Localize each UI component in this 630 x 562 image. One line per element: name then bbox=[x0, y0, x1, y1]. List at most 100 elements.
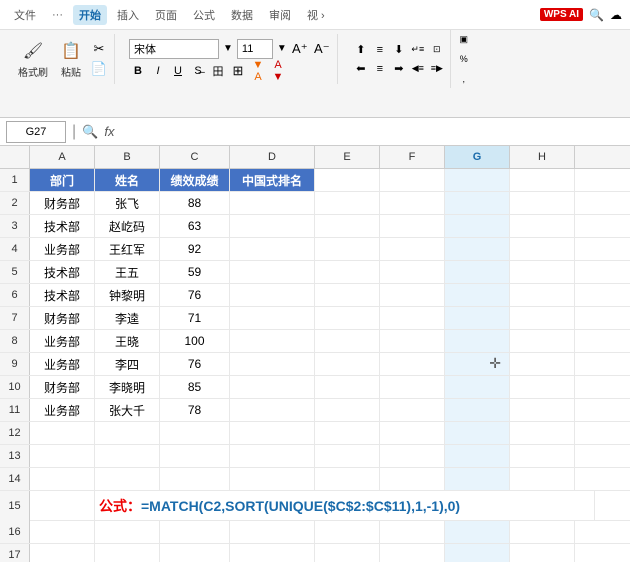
cell-f4[interactable] bbox=[380, 238, 445, 260]
merge-center-btn[interactable]: ⊡ bbox=[428, 41, 446, 59]
cell-a17[interactable] bbox=[30, 544, 95, 562]
strikethrough-btn[interactable]: S̶ bbox=[189, 62, 207, 80]
cell-g17[interactable] bbox=[445, 544, 510, 562]
cell-b17[interactable] bbox=[95, 544, 160, 562]
cell-a13[interactable] bbox=[30, 445, 95, 467]
merge-btn[interactable]: 田 bbox=[209, 62, 227, 80]
cell-a6[interactable]: 技术部 bbox=[30, 284, 95, 306]
cell-b13[interactable] bbox=[95, 445, 160, 467]
menu-formula[interactable]: 公式 bbox=[187, 5, 221, 25]
cell-f6[interactable] bbox=[380, 284, 445, 306]
cell-d9[interactable] bbox=[230, 353, 315, 375]
cell-a9[interactable]: 业务部 bbox=[30, 353, 95, 375]
cell-f10[interactable] bbox=[380, 376, 445, 398]
row-num-10[interactable]: 10 bbox=[0, 376, 30, 398]
cell-e8[interactable] bbox=[315, 330, 380, 352]
menu-insert[interactable]: 插入 bbox=[111, 5, 145, 25]
row-num-15[interactable]: 15 bbox=[0, 491, 30, 521]
cell-b16[interactable] bbox=[95, 521, 160, 543]
cell-h14[interactable] bbox=[510, 468, 575, 490]
cell-e5[interactable] bbox=[315, 261, 380, 283]
cell-e7[interactable] bbox=[315, 307, 380, 329]
col-header-f[interactable]: F bbox=[380, 146, 445, 168]
cell-d1[interactable]: 中国式排名 bbox=[230, 169, 315, 191]
cell-b11[interactable]: 张大千 bbox=[95, 399, 160, 421]
cell-h8[interactable] bbox=[510, 330, 575, 352]
row-num-1[interactable]: 1 bbox=[0, 169, 30, 191]
cell-h10[interactable] bbox=[510, 376, 575, 398]
cell-a11[interactable]: 业务部 bbox=[30, 399, 95, 421]
cell-f7[interactable] bbox=[380, 307, 445, 329]
cell-d3[interactable] bbox=[230, 215, 315, 237]
copy-btn[interactable]: 📄 bbox=[90, 60, 108, 78]
cell-c5[interactable]: 59 bbox=[160, 261, 230, 283]
border-btn[interactable]: ⊞ bbox=[229, 62, 247, 80]
cell-e9[interactable] bbox=[315, 353, 380, 375]
cell-f5[interactable] bbox=[380, 261, 445, 283]
cell-formula-display[interactable]: 公式： =MATCH(C2,SORT(UNIQUE($C$2:$C$11),1,… bbox=[95, 491, 595, 521]
cell-e3[interactable] bbox=[315, 215, 380, 237]
cell-a1[interactable]: 部门 bbox=[30, 169, 95, 191]
fill-color-btn[interactable]: ▼ A bbox=[249, 62, 267, 80]
cell-c4[interactable]: 92 bbox=[160, 238, 230, 260]
row-num-14[interactable]: 14 bbox=[0, 468, 30, 490]
cell-c2[interactable]: 88 bbox=[160, 192, 230, 214]
cell-e1[interactable] bbox=[315, 169, 380, 191]
cell-e17[interactable] bbox=[315, 544, 380, 562]
cell-b2[interactable]: 张飞 bbox=[95, 192, 160, 214]
cell-a15[interactable] bbox=[30, 491, 95, 521]
cell-g4[interactable] bbox=[445, 238, 510, 260]
row-num-13[interactable]: 13 bbox=[0, 445, 30, 467]
cell-d7[interactable] bbox=[230, 307, 315, 329]
search-icon[interactable]: 🔍 bbox=[589, 8, 604, 22]
menu-page[interactable]: 页面 bbox=[149, 5, 183, 25]
menu-view[interactable]: 视 › bbox=[301, 5, 331, 25]
cell-h17[interactable] bbox=[510, 544, 575, 562]
col-header-b[interactable]: B bbox=[95, 146, 160, 168]
cell-c14[interactable] bbox=[160, 468, 230, 490]
font-name-input[interactable] bbox=[129, 39, 219, 59]
cell-b10[interactable]: 李晓明 bbox=[95, 376, 160, 398]
percent-btn[interactable]: % bbox=[455, 50, 473, 68]
cell-e11[interactable] bbox=[315, 399, 380, 421]
cell-f2[interactable] bbox=[380, 192, 445, 214]
cell-a10[interactable]: 财务部 bbox=[30, 376, 95, 398]
number-format-btn[interactable]: ▣ bbox=[455, 30, 473, 48]
cell-d11[interactable] bbox=[230, 399, 315, 421]
cell-f9[interactable] bbox=[380, 353, 445, 375]
cell-g8[interactable] bbox=[445, 330, 510, 352]
row-num-11[interactable]: 11 bbox=[0, 399, 30, 421]
cell-f12[interactable] bbox=[380, 422, 445, 444]
align-right-btn[interactable]: ➡ bbox=[390, 60, 408, 78]
row-num-16[interactable]: 16 bbox=[0, 521, 30, 543]
indent-inc-btn[interactable]: ≡▶ bbox=[428, 60, 446, 78]
menu-more[interactable]: ··· bbox=[46, 7, 69, 23]
cell-f14[interactable] bbox=[380, 468, 445, 490]
cell-b3[interactable]: 赵屹码 bbox=[95, 215, 160, 237]
cell-c11[interactable]: 78 bbox=[160, 399, 230, 421]
cell-f13[interactable] bbox=[380, 445, 445, 467]
cell-g11[interactable] bbox=[445, 399, 510, 421]
font-color-btn[interactable]: A ▼ bbox=[269, 62, 287, 80]
col-header-e[interactable]: E bbox=[315, 146, 380, 168]
font-size-input[interactable] bbox=[237, 39, 273, 59]
menu-review[interactable]: 审阅 bbox=[263, 5, 297, 25]
cell-e12[interactable] bbox=[315, 422, 380, 444]
align-left-btn[interactable]: ⬅ bbox=[352, 60, 370, 78]
cell-g6[interactable] bbox=[445, 284, 510, 306]
cell-a7[interactable]: 财务部 bbox=[30, 307, 95, 329]
indent-dec-btn[interactable]: ◀≡ bbox=[409, 60, 427, 78]
font-name-dropdown-icon[interactable]: ▼ bbox=[223, 43, 233, 54]
cell-d14[interactable] bbox=[230, 468, 315, 490]
cell-f1[interactable] bbox=[380, 169, 445, 191]
cell-g14[interactable] bbox=[445, 468, 510, 490]
cell-b12[interactable] bbox=[95, 422, 160, 444]
cell-h4[interactable] bbox=[510, 238, 575, 260]
row-num-17[interactable]: 17 bbox=[0, 544, 30, 562]
col-header-g[interactable]: G bbox=[445, 146, 510, 168]
decrease-font-btn[interactable]: A⁻ bbox=[313, 40, 331, 58]
cell-g5[interactable] bbox=[445, 261, 510, 283]
cell-a14[interactable] bbox=[30, 468, 95, 490]
row-num-5[interactable]: 5 bbox=[0, 261, 30, 283]
increase-font-btn[interactable]: A⁺ bbox=[291, 40, 309, 58]
